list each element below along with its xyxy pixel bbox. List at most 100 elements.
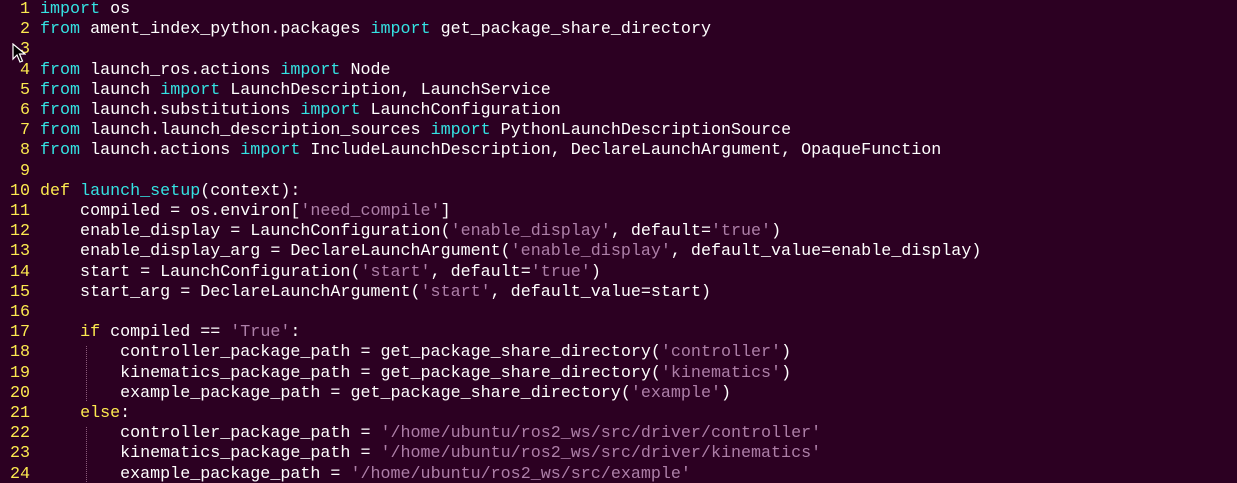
code-line[interactable]: 19 kinematics_package_path = get_package…	[0, 364, 791, 384]
code-text: from launch_ros.actions import Node	[40, 61, 391, 80]
code-token: (context):	[200, 181, 301, 201]
code-token: from	[40, 101, 81, 120]
code-token: 'start'	[420, 282, 491, 302]
code-token: , default=	[610, 222, 711, 242]
code-line[interactable]: 12 enable_display = LaunchConfiguration(…	[0, 222, 781, 242]
mouse-pointer-icon	[12, 43, 26, 63]
code-token: controller_package_path = get_package_sh…	[40, 343, 661, 363]
line-number: 5	[19, 80, 30, 100]
code-text: example_package_path = get_package_share…	[40, 384, 731, 403]
code-token: IncludeLaunchDescription, DeclareLaunchA…	[300, 141, 942, 161]
code-token: 'controller'	[660, 343, 782, 363]
line-number: 11	[9, 202, 30, 221]
code-token: controller_package_path =	[40, 424, 381, 444]
line-number: 1	[19, 0, 30, 19]
code-token: start_arg = DeclareLaunchArgument(	[40, 282, 421, 302]
line-number: 12	[9, 222, 30, 242]
code-token: import	[370, 20, 431, 40]
code-line[interactable]: 15 start_arg = DeclareLaunchArgument('st…	[0, 283, 711, 303]
line-number: 15	[9, 282, 30, 302]
code-line[interactable]: 16	[0, 303, 40, 323]
line-number: 18	[9, 343, 30, 363]
code-line[interactable]: 13 enable_display_arg = DeclareLaunchArg…	[0, 242, 981, 262]
code-token: )	[771, 222, 782, 242]
code-text: import os	[40, 0, 130, 19]
line-number: 6	[19, 101, 30, 120]
indent-guide	[86, 346, 87, 401]
line-number: 8	[19, 141, 30, 161]
code-token: 'True'	[230, 323, 291, 343]
code-token: ]	[440, 202, 451, 221]
line-number: 20	[9, 383, 30, 403]
code-token: '/home/ubuntu/ros2_ws/src/driver/control…	[380, 424, 822, 444]
line-number: 21	[9, 404, 30, 423]
code-line[interactable]: 24 example_package_path = '/home/ubuntu/…	[0, 465, 691, 483]
code-line[interactable]: 2 from ament_index_python.packages import…	[0, 20, 711, 40]
line-number: 22	[9, 424, 30, 444]
code-text: from ament_index_python.packages import …	[40, 20, 711, 39]
code-token: import	[430, 121, 491, 141]
code-text: start = LaunchConfiguration('start', def…	[40, 263, 601, 282]
code-text: from launch.actions import IncludeLaunch…	[40, 141, 941, 160]
code-line[interactable]: 20 example_package_path = get_package_sh…	[0, 384, 731, 404]
code-token: from	[40, 20, 81, 40]
code-token: from	[40, 60, 81, 80]
code-token: from	[40, 80, 81, 100]
code-line[interactable]: 22 controller_package_path = '/home/ubun…	[0, 424, 821, 444]
line-number: 13	[9, 242, 30, 262]
code-token: launch_ros.actions	[80, 60, 281, 80]
code-text: controller_package_path = get_package_sh…	[40, 343, 791, 362]
line-number: 4	[19, 60, 30, 80]
line-number: 19	[9, 363, 30, 383]
code-token: '/home/ubuntu/ros2_ws/src/example'	[350, 464, 691, 483]
code-line[interactable]: 5 from launch import LaunchDescription, L…	[0, 81, 551, 101]
line-number: 17	[9, 323, 30, 343]
code-line[interactable]: 14 start = LaunchConfiguration('start', …	[0, 263, 601, 283]
code-token: enable_display_arg = DeclareLaunchArgume…	[40, 242, 511, 262]
code-token: 'start'	[360, 262, 431, 282]
code-token: else	[80, 404, 121, 423]
code-text: else:	[40, 404, 130, 423]
code-line[interactable]: 18 controller_package_path = get_package…	[0, 343, 791, 363]
indent-guide	[86, 427, 87, 482]
code-token: launch	[80, 80, 161, 100]
code-text: from launch.launch_description_sources i…	[40, 121, 791, 140]
code-line[interactable]: 7 from launch.launch_description_sources …	[0, 121, 791, 141]
code-line[interactable]: 4 from launch_ros.actions import Node	[0, 61, 391, 81]
code-token: start = LaunchConfiguration(	[40, 262, 361, 282]
code-text: from launch.substitutions import LaunchC…	[40, 101, 561, 120]
code-line[interactable]: 8 from launch.actions import IncludeLaunc…	[0, 141, 941, 161]
line-number: 2	[19, 20, 30, 40]
code-token: import	[280, 60, 341, 80]
code-line[interactable]: 6 from launch.substitutions import Launch…	[0, 101, 561, 121]
code-text: def launch_setup(context):	[40, 182, 300, 201]
code-text: kinematics_package_path = '/home/ubuntu/…	[40, 444, 821, 463]
code-line[interactable]: 21 else:	[0, 404, 130, 424]
code-token: :	[120, 404, 131, 423]
code-line[interactable]: 1 import os	[0, 0, 130, 20]
code-line[interactable]: 17 if compiled == 'True':	[0, 323, 300, 343]
code-line[interactable]: 10 def launch_setup(context):	[0, 182, 300, 202]
code-token: compiled = os.environ[	[40, 202, 301, 221]
line-number: 9	[19, 161, 30, 181]
code-token: launch.substitutions	[80, 101, 301, 120]
code-token: os	[100, 0, 131, 19]
code-text: enable_display = LaunchConfiguration('en…	[40, 222, 781, 241]
line-number: 24	[9, 464, 30, 483]
code-token: 'enable_display'	[450, 222, 611, 242]
code-text: compiled = os.environ['need_compile']	[40, 202, 451, 221]
code-text: example_package_path = '/home/ubuntu/ros…	[40, 465, 691, 483]
code-token: 'example'	[630, 383, 721, 403]
code-line[interactable]: 9	[0, 162, 40, 182]
code-token: 'enable_display'	[510, 242, 671, 262]
code-line[interactable]: 11 compiled = os.environ['need_compile']	[0, 202, 451, 222]
code-token: LaunchDescription, LaunchService	[220, 80, 551, 100]
line-number: 10	[9, 181, 30, 201]
line-number: 7	[19, 121, 30, 141]
code-editor[interactable]: 1 import os 2 from ament_index_python.packa…	[0, 0, 1237, 483]
code-token: compiled ==	[100, 323, 231, 343]
code-line[interactable]: 23 kinematics_package_path = '/home/ubun…	[0, 444, 821, 464]
